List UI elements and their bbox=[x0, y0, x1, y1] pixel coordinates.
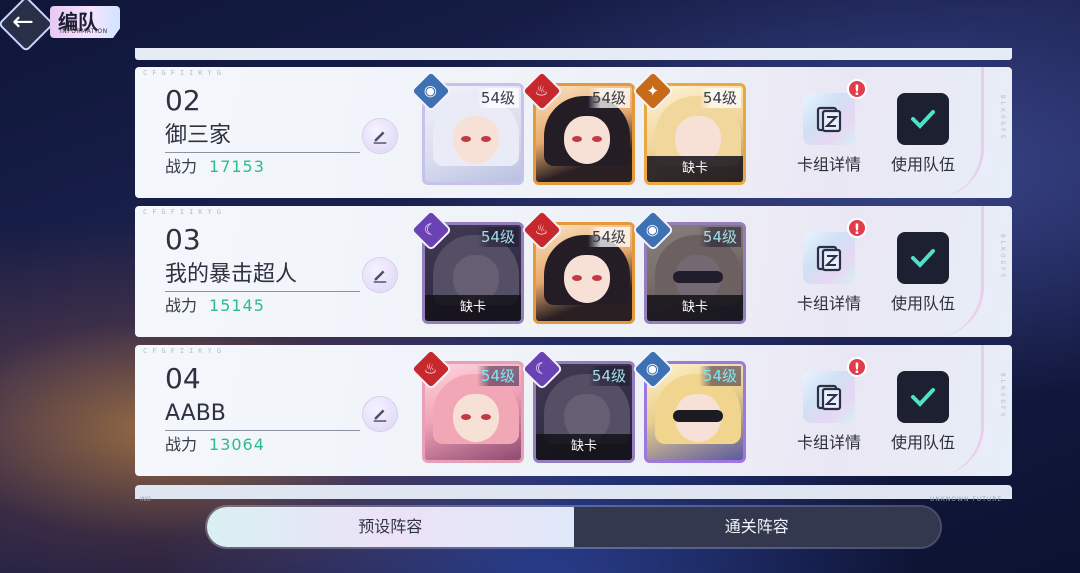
card-side-code: BLKOGFS bbox=[999, 95, 1006, 142]
team-number: 04 bbox=[165, 362, 201, 395]
cards-icon bbox=[816, 106, 842, 133]
edit-pencil-icon bbox=[373, 409, 387, 422]
level-tag: 54级 bbox=[476, 366, 519, 386]
list-scroll-top-edge bbox=[135, 48, 1012, 60]
deck-details-label: 卡组详情 bbox=[796, 294, 861, 313]
deck-details-group[interactable]: ! 卡组详情 bbox=[790, 357, 868, 453]
back-arrow-icon[interactable]: ← bbox=[12, 8, 34, 36]
edit-pencil-icon bbox=[373, 131, 387, 144]
checkmark-icon bbox=[911, 249, 935, 268]
tab-clear-lineup[interactable]: 通关阵容 bbox=[573, 507, 940, 547]
deck-details-button[interactable]: ! bbox=[803, 79, 867, 145]
next-team-card-peek bbox=[135, 485, 1012, 499]
level-tag: 54级 bbox=[698, 227, 741, 247]
use-team-button[interactable] bbox=[897, 371, 949, 423]
missing-card-label: 缺卡 bbox=[425, 295, 521, 321]
level-tag: 54级 bbox=[476, 88, 519, 108]
level-tag: 54级 bbox=[587, 88, 630, 108]
team-power: 战力 15145 bbox=[165, 296, 265, 316]
character-face bbox=[564, 255, 610, 303]
level-tag: 54级 bbox=[587, 227, 630, 247]
character-face bbox=[453, 394, 499, 442]
power-label: 战力 bbox=[165, 435, 198, 454]
character-eye bbox=[592, 136, 602, 142]
page-title-plate: 编队 INFORMATION bbox=[50, 6, 120, 38]
level-tag: 54级 bbox=[698, 366, 741, 386]
use-team-label: 使用队伍 bbox=[890, 433, 955, 452]
tab-preset-lineup[interactable]: 预设阵容 bbox=[207, 507, 574, 547]
level-tag: 54级 bbox=[587, 366, 630, 386]
character-face bbox=[564, 116, 610, 164]
card-code: CFGFIIKYG bbox=[143, 347, 226, 355]
team-number: 02 bbox=[165, 84, 201, 117]
team-card: CFGFIIKYG BLKOGFS 04 AABB 战力 13064 54级 54… bbox=[135, 345, 1012, 476]
alert-badge: ! bbox=[847, 79, 867, 99]
character-visor bbox=[673, 410, 723, 422]
character-eye bbox=[481, 136, 491, 142]
cards-icon bbox=[816, 245, 842, 272]
header: ← 编队 INFORMATION bbox=[0, 0, 130, 53]
character-eye bbox=[481, 414, 491, 420]
deck-details-button[interactable]: ! bbox=[803, 218, 867, 284]
power-value: 17153 bbox=[209, 157, 265, 176]
alert-badge: ! bbox=[847, 218, 867, 238]
use-team-group[interactable]: 使用队伍 bbox=[884, 232, 962, 314]
character-eye bbox=[461, 136, 471, 142]
page-subtitle: INFORMATION bbox=[60, 28, 108, 35]
missing-card-label: 缺卡 bbox=[647, 156, 743, 182]
team-power: 战力 17153 bbox=[165, 157, 265, 177]
deck-details-label: 卡组详情 bbox=[796, 433, 861, 452]
team-power: 战力 13064 bbox=[165, 435, 265, 455]
rename-team-button[interactable] bbox=[363, 258, 397, 292]
character-eye bbox=[572, 275, 582, 281]
lineup-tab-bar: 预设阵容 通关阵容 bbox=[207, 507, 940, 547]
character-eye bbox=[461, 414, 471, 420]
level-tag: 54级 bbox=[476, 227, 519, 247]
team-name: 御三家 bbox=[165, 122, 360, 153]
team-number: 03 bbox=[165, 223, 201, 256]
team-card: CFGFIIKYG BLKOGFS 03 我的暴击超人 战力 15145 54级 … bbox=[135, 206, 1012, 337]
power-label: 战力 bbox=[165, 296, 198, 315]
use-team-button[interactable] bbox=[897, 232, 949, 284]
card-side-code: BLKOGFS bbox=[999, 373, 1006, 420]
team-card: CFGFIIKYG BLKOGFS 02 御三家 战力 17153 54级 54级… bbox=[135, 67, 1012, 198]
edit-pencil-icon bbox=[373, 270, 387, 283]
team-name: AABB bbox=[165, 400, 360, 431]
use-team-label: 使用队伍 bbox=[890, 155, 955, 174]
rename-team-button[interactable] bbox=[363, 397, 397, 431]
use-team-button[interactable] bbox=[897, 93, 949, 145]
deck-details-group[interactable]: ! 卡组详情 bbox=[790, 79, 868, 175]
power-label: 战力 bbox=[165, 157, 198, 176]
character-eye bbox=[572, 136, 582, 142]
missing-card-label: 缺卡 bbox=[536, 434, 632, 460]
use-team-group[interactable]: 使用队伍 bbox=[884, 371, 962, 453]
team-name: 我的暴击超人 bbox=[165, 261, 360, 292]
card-code: CFGFIIKYG bbox=[143, 208, 226, 216]
cards-icon bbox=[816, 384, 842, 411]
alert-badge: ! bbox=[847, 357, 867, 377]
deck-details-group[interactable]: ! 卡组详情 bbox=[790, 218, 868, 314]
rename-team-button[interactable] bbox=[363, 119, 397, 153]
level-tag: 54级 bbox=[698, 88, 741, 108]
use-team-label: 使用队伍 bbox=[890, 294, 955, 313]
card-side-code: BLKOGFS bbox=[999, 234, 1006, 281]
character-eye bbox=[592, 275, 602, 281]
power-value: 13064 bbox=[209, 435, 265, 454]
card-code: CFGFIIKYG bbox=[143, 69, 226, 77]
deck-details-button[interactable]: ! bbox=[803, 357, 867, 423]
missing-card-label: 缺卡 bbox=[647, 295, 743, 321]
use-team-group[interactable]: 使用队伍 bbox=[884, 93, 962, 175]
footer-code: INO bbox=[140, 496, 151, 503]
character-face bbox=[453, 116, 499, 164]
checkmark-icon bbox=[911, 110, 935, 129]
checkmark-icon bbox=[911, 388, 935, 407]
power-value: 15145 bbox=[209, 296, 265, 315]
deck-details-label: 卡组详情 bbox=[796, 155, 861, 174]
footer-code-right: UNKNOWN FUTURE bbox=[930, 496, 1003, 503]
